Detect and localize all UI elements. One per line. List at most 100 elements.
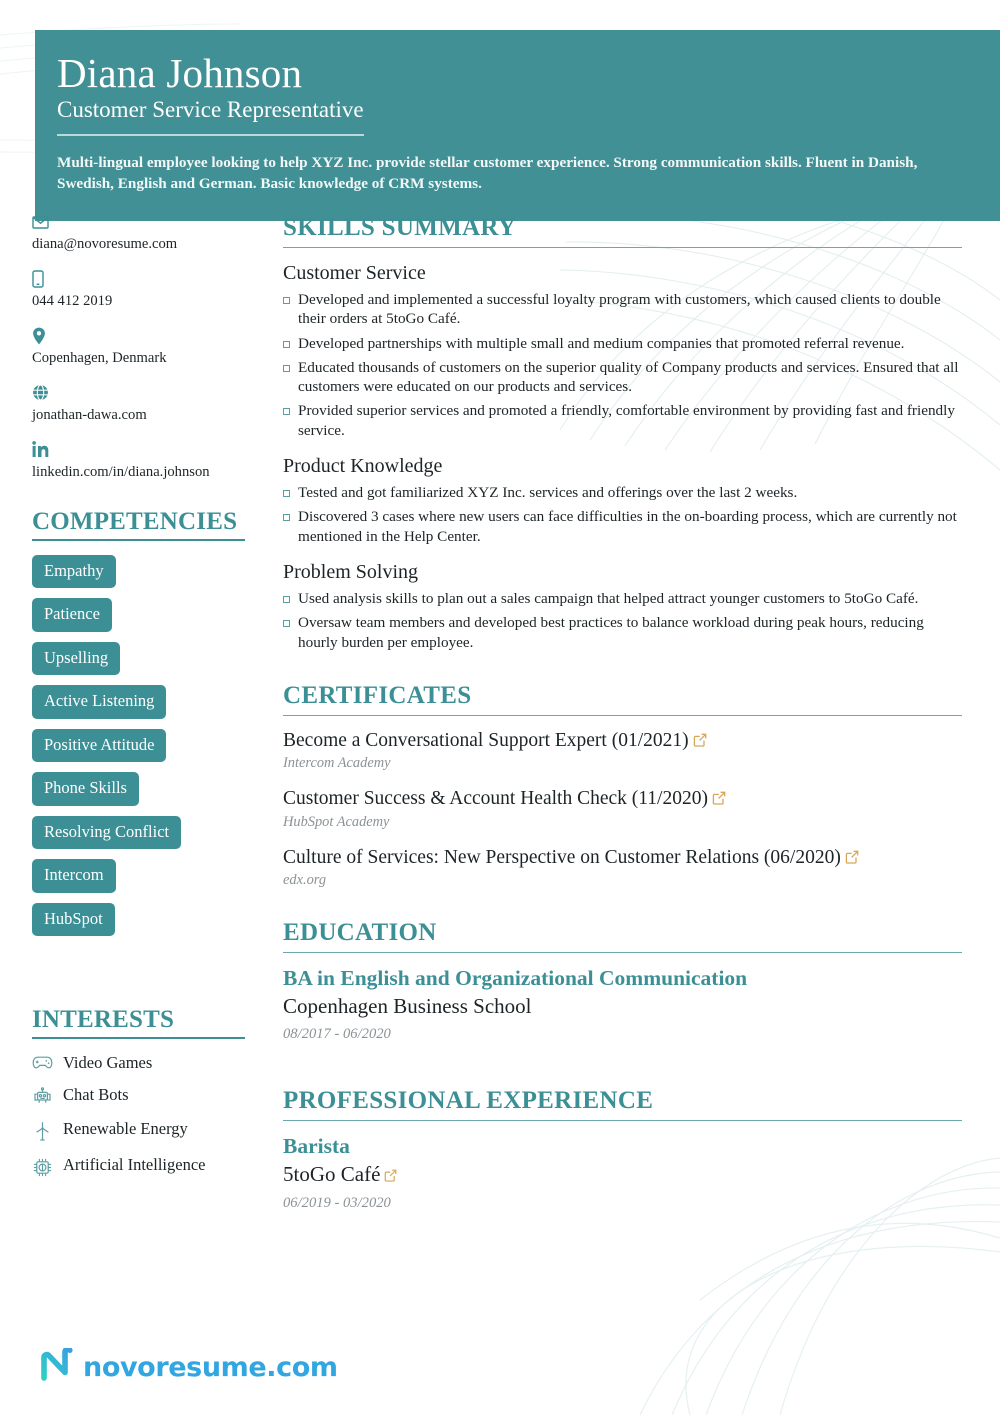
skill-bullet: Discovered 3 cases where new users can f…: [283, 507, 962, 546]
globe-icon: [32, 383, 245, 403]
competency-pill[interactable]: Positive Attitude: [32, 728, 167, 763]
contact-item-phone[interactable]: 044 412 2019: [32, 269, 245, 311]
skill-group: Product Knowledge Tested and got familia…: [283, 454, 962, 546]
linkedin-icon: [32, 440, 245, 460]
certificate-title-row: Become a Conversational Support Expert (…: [283, 729, 962, 754]
skill-bullet-text: Discovered 3 cases where new users can f…: [298, 508, 957, 545]
competencies-heading: COMPETENCIES: [32, 508, 245, 541]
contact-item-email[interactable]: diana@novoresume.com: [32, 212, 245, 254]
contact-item-website[interactable]: jonathan-dawa.com: [32, 383, 245, 425]
bullet-square-icon: [283, 297, 290, 304]
skill-bullet-text: Oversaw team members and developed best …: [298, 614, 924, 651]
external-link-icon[interactable]: [712, 788, 726, 812]
skills-summary-section: SKILLS SUMMARY Customer Service Develope…: [283, 214, 962, 652]
certificate-title: Customer Success & Account Health Check …: [283, 788, 708, 810]
interest-item[interactable]: Artificial Intelligence: [32, 1155, 245, 1183]
novoresume-logo-icon: [40, 1346, 74, 1387]
page-title: Diana Johnson: [57, 50, 303, 96]
competency-pill[interactable]: Phone Skills: [32, 772, 139, 806]
contact-value-linkedin: linkedin.com/in/diana.johnson: [32, 463, 210, 480]
competencies-section: COMPETENCIES Empathy Patience Upselling …: [32, 508, 245, 947]
experience-company: 5toGo Café: [283, 1161, 381, 1186]
job-title: Customer Service Representative: [57, 96, 364, 137]
interest-item[interactable]: Video Games: [32, 1053, 245, 1076]
competency-pill[interactable]: Intercom: [32, 859, 116, 893]
bullet-square-icon: [283, 620, 290, 628]
competency-pill[interactable]: Resolving Conflict: [32, 815, 182, 850]
experience-section: PROFESSIONAL EXPERIENCE Barista 5toGo Ca…: [283, 1087, 962, 1212]
skill-group: Customer Service Developed and implement…: [283, 261, 962, 440]
certificate-organization: edx.org: [283, 871, 327, 888]
interest-label: Renewable Energy: [63, 1119, 188, 1139]
wind-turbine-icon: [32, 1119, 54, 1146]
competency-pill[interactable]: Empathy: [32, 554, 116, 589]
robot-icon: [32, 1085, 54, 1110]
external-link-icon[interactable]: [845, 847, 859, 871]
main-content: SKILLS SUMMARY Customer Service Develope…: [265, 200, 1000, 1415]
contact-item-linkedin[interactable]: linkedin.com/in/diana.johnson: [32, 440, 245, 482]
contact-value-email: diana@novoresume.com: [32, 236, 178, 252]
skill-bullet: Tested and got familiarized XYZ Inc. ser…: [283, 483, 962, 502]
certificate-title: Culture of Services: New Perspective on …: [283, 846, 841, 868]
certificate-item: Customer Success & Account Health Check …: [283, 787, 962, 830]
bullet-square-icon: [283, 408, 290, 416]
contact-item-location[interactable]: Copenhagen, Denmark: [32, 326, 245, 368]
interests-section: INTERESTS Video Games Chat Bots Renewabl…: [32, 1006, 245, 1183]
bullet-square-icon: [283, 595, 290, 603]
education-heading: EDUCATION: [283, 919, 962, 953]
skill-bullet-text: Educated thousands of customers on the s…: [298, 358, 959, 396]
competencies-list: Empathy Patience Upselling Active Listen…: [32, 554, 245, 947]
skills-summary-heading: SKILLS SUMMARY: [283, 214, 962, 248]
competency-pill[interactable]: Active Listening: [32, 685, 167, 719]
mobile-phone-icon: [32, 269, 245, 289]
certificate-title-row: Culture of Services: New Perspective on …: [283, 846, 962, 871]
footer-branding[interactable]: novoresume.com: [40, 1346, 338, 1387]
skill-bullet: Developed and implemented a successful l…: [283, 290, 962, 329]
education-dates: 08/2017 - 06/2020: [283, 1026, 391, 1043]
skill-bullet-text: Developed partnerships with multiple sma…: [298, 334, 905, 352]
competency-pill[interactable]: Patience: [32, 598, 112, 632]
experience-company-row: 5toGo Café: [283, 1161, 962, 1188]
experience-item: Barista 5toGo Café 06/2019 - 03/2020: [283, 1134, 962, 1212]
skill-bullet: Oversaw team members and developed best …: [283, 613, 962, 652]
resume-page: Diana Johnson Customer Service Represent…: [0, 0, 1000, 1415]
skill-bullet-text: Developed and implemented a successful l…: [298, 291, 941, 328]
bullet-square-icon: [283, 490, 290, 498]
competency-pill[interactable]: Upselling: [32, 641, 121, 676]
education-school: Copenhagen Business School: [283, 993, 532, 1018]
interest-label: Video Games: [63, 1053, 153, 1073]
education-degree: BA in English and Organizational Communi…: [283, 965, 748, 990]
bullet-square-icon: [283, 364, 290, 372]
competency-pill[interactable]: HubSpot: [32, 902, 115, 937]
interest-item[interactable]: Chat Bots: [32, 1085, 245, 1110]
profile-summary: Multi-lingual employee looking to help X…: [57, 154, 918, 193]
skill-group-title: Customer Service: [283, 262, 426, 284]
certificate-item: Become a Conversational Support Expert (…: [283, 729, 962, 772]
interest-item[interactable]: Renewable Energy: [32, 1119, 245, 1146]
contact-value-website: jonathan-dawa.com: [32, 406, 147, 423]
gamepad-icon: [32, 1053, 54, 1076]
contact-value-location: Copenhagen, Denmark: [32, 349, 167, 366]
skill-group-title: Problem Solving: [283, 560, 419, 583]
interests-heading: INTERESTS: [32, 1006, 245, 1040]
resume-header: Diana Johnson Customer Service Represent…: [35, 30, 1000, 222]
certificate-title: Become a Conversational Support Expert (…: [283, 729, 689, 751]
sidebar: diana@novoresume.com 044 412 2019 Copenh…: [0, 200, 265, 1415]
skill-group: Problem Solving Used analysis skills to …: [283, 560, 962, 652]
skill-bullet: Provided superior services and promoted …: [283, 401, 962, 440]
interest-label: Artificial Intelligence: [63, 1155, 206, 1175]
external-link-icon[interactable]: [693, 730, 707, 754]
microchip-icon: [32, 1155, 54, 1183]
certificate-title-row: Customer Success & Account Health Check …: [283, 787, 962, 812]
education-section: EDUCATION BA in English and Organization…: [283, 919, 962, 1043]
skill-bullet-text: Tested and got familiarized XYZ Inc. ser…: [298, 484, 798, 502]
certificates-section: CERTIFICATES Become a Conversational Sup…: [283, 682, 962, 889]
certificate-item: Culture of Services: New Perspective on …: [283, 846, 962, 889]
external-link-icon[interactable]: [384, 1162, 397, 1188]
contact-list: diana@novoresume.com 044 412 2019 Copenh…: [32, 212, 245, 482]
skill-bullet: Used analysis skills to plan out a sales…: [283, 589, 962, 608]
education-item: BA in English and Organizational Communi…: [283, 966, 962, 1043]
experience-heading: PROFESSIONAL EXPERIENCE: [283, 1087, 962, 1122]
skill-bullet: Developed partnerships with multiple sma…: [283, 334, 962, 353]
location-pin-icon: [32, 326, 245, 346]
